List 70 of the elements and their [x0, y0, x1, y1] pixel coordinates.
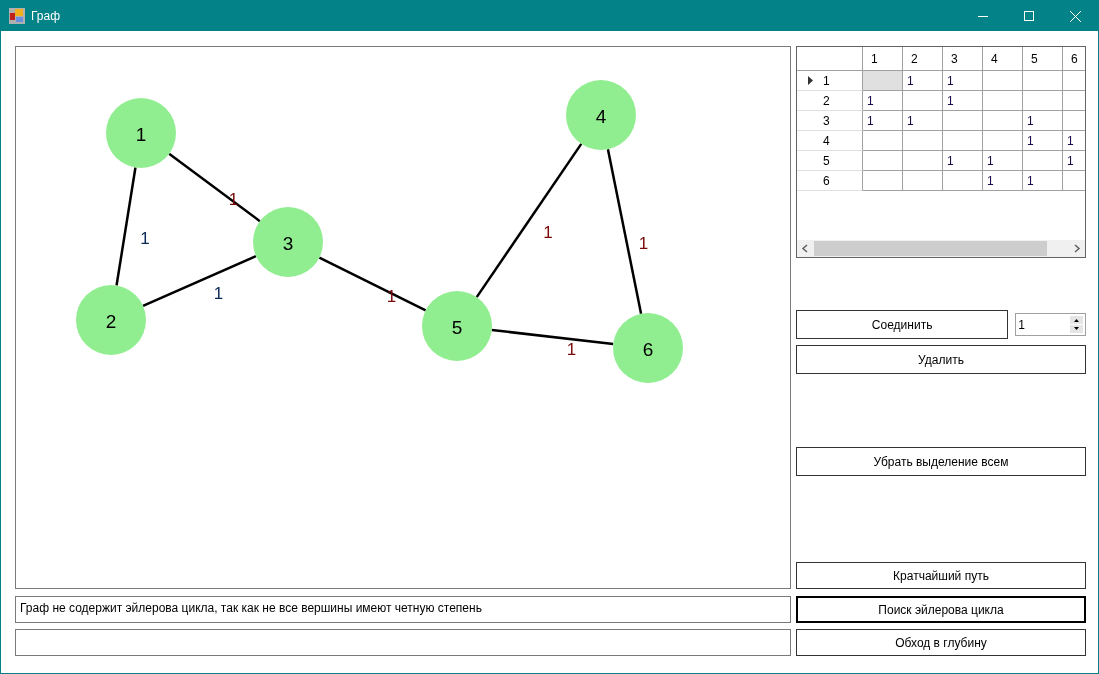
grid-cell[interactable]: 1: [1023, 171, 1063, 191]
row-header: 2: [823, 93, 830, 108]
grid-cell[interactable]: [863, 151, 903, 171]
edge-weight: 1: [213, 283, 224, 303]
grid-cell[interactable]: [1023, 91, 1063, 111]
delete-button[interactable]: Удалить: [796, 345, 1086, 374]
graph-node: 5: [422, 291, 492, 361]
grid-cell[interactable]: [903, 151, 943, 171]
grid-cell[interactable]: [863, 71, 903, 91]
column-header[interactable]: 3: [943, 47, 983, 71]
edge-weight: 1: [140, 229, 150, 248]
column-header[interactable]: 1: [863, 47, 903, 71]
grid-cell[interactable]: [863, 131, 903, 151]
grid-cell[interactable]: 1: [943, 151, 983, 171]
grid-cell[interactable]: 1: [943, 91, 983, 111]
graph-node: 2: [76, 285, 146, 355]
adjacency-grid[interactable]: 1 2 3 4 5 6 1 1 1 2 1 1 3 1 1 1 4 1 1 5 1 1 1 6 1 1: [796, 46, 1086, 258]
grid-cell[interactable]: 1: [863, 91, 903, 111]
column-header[interactable]: 5: [1023, 47, 1063, 71]
maximize-icon: [1024, 11, 1034, 21]
spin-up-icon[interactable]: [1070, 316, 1083, 324]
grid-cell[interactable]: [903, 131, 943, 151]
edge-weight: 1: [638, 234, 649, 253]
grid-cell[interactable]: [943, 171, 983, 191]
column-header[interactable]: 4: [983, 47, 1023, 71]
grid-cell[interactable]: [863, 171, 903, 191]
grid-cell[interactable]: [983, 71, 1023, 91]
graph-node: 1: [106, 98, 176, 168]
clear-selection-button[interactable]: Убрать выделение всем: [796, 447, 1086, 476]
depth-first-button[interactable]: Обход в глубину: [796, 629, 1086, 656]
row-header: 3: [823, 113, 830, 128]
result-field[interactable]: Граф не содержит эйлерова цикла, так как не все вершины имеют четную степень: [15, 596, 791, 623]
grid-cell[interactable]: [1023, 71, 1063, 91]
grid-cell[interactable]: 1: [863, 111, 903, 131]
grid-cell[interactable]: [903, 171, 943, 191]
window-title: Граф: [31, 9, 62, 23]
row-header: 4: [823, 133, 830, 148]
grid-cell[interactable]: [983, 111, 1023, 131]
grid-cell[interactable]: 1: [983, 151, 1023, 171]
grid-cell[interactable]: [983, 131, 1023, 151]
edge-weight: 1: [566, 339, 577, 359]
grid-cell[interactable]: 1: [1023, 111, 1063, 131]
weight-spinner[interactable]: 1: [1015, 313, 1086, 336]
edge-weight: 1: [543, 223, 553, 242]
horizontal-scrollbar[interactable]: [797, 240, 1085, 257]
grid-cell[interactable]: [943, 131, 983, 151]
grid-cell[interactable]: 1: [903, 111, 943, 131]
graph-node: 3: [253, 207, 323, 277]
shortest-path-button[interactable]: Кратчайший путь: [796, 562, 1086, 589]
grid-cell[interactable]: 1: [903, 71, 943, 91]
graph-node: 4: [566, 80, 636, 150]
column-header[interactable]: 2: [903, 47, 943, 71]
grid-cell[interactable]: [983, 91, 1023, 111]
grid-cell[interactable]: 1: [1023, 131, 1063, 151]
euler-cycle-button[interactable]: Поиск эйлерова цикла: [796, 596, 1086, 623]
grid-cell[interactable]: [903, 91, 943, 111]
row-header: 6: [823, 173, 830, 188]
grid-cell[interactable]: 1: [983, 171, 1023, 191]
close-icon: [1069, 10, 1081, 22]
row-header: 1: [823, 73, 830, 88]
grid-cell[interactable]: 1: [943, 71, 983, 91]
connect-button[interactable]: Соединить: [796, 310, 1009, 339]
row-header: 5: [823, 153, 830, 168]
spin-down-icon[interactable]: [1070, 325, 1083, 333]
output-field[interactable]: [15, 629, 791, 656]
grid-cell[interactable]: [943, 111, 983, 131]
corner-cell[interactable]: [797, 47, 863, 71]
app-icon: [9, 8, 25, 24]
graph-node: 6: [613, 313, 683, 383]
grid-cell[interactable]: [1023, 151, 1063, 171]
